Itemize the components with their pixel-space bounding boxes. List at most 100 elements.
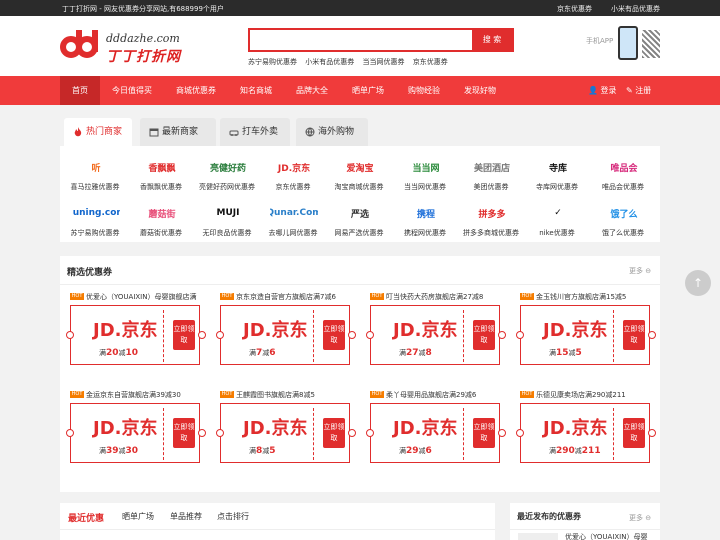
coupon-card[interactable]: HOT 柔丫母婴用品旗舰店满29减6 JD.京东 满29减6 立即领取 [366,390,506,478]
coupon-amount: 满15减5 [549,348,582,358]
coupon-cut: 6 [425,446,432,456]
search-input[interactable] [250,30,470,50]
coupon-card[interactable]: HOT 优爱心（YOUAIXIN）母婴旗舰店满 JD.京东 满20减10 立即领取 [66,292,206,380]
coupon-ticket[interactable]: JD.京东 满8减5 立即领取 [216,403,356,463]
brand-item[interactable]: 寺库 寺库网优惠券 [526,150,588,196]
coupon-card[interactable]: HOT 京东京造自营官方旗舰店满7减6 JD.京东 满7减6 立即领取 [216,292,356,380]
coupon-caption[interactable]: 优爱心（YOUAIXIN）母婴旗舰店满 [86,292,201,302]
tab-recent-deals[interactable]: 最近优惠 [68,511,104,524]
claim-button[interactable]: 立即领取 [623,320,645,350]
claim-button[interactable]: 立即领取 [173,320,195,350]
nav-home[interactable]: 首页 [60,76,100,105]
tab-new-merchants[interactable]: 最新商家 [140,118,216,146]
brand-item[interactable]: 当当网 当当网优惠券 [394,150,456,196]
coupon-caption[interactable]: 叮当快药大药房旗舰店满27减8 [386,292,501,302]
back-to-top-button[interactable]: ↑ [685,270,711,296]
latest-item[interactable]: 优爱心（YOUAIXIN）母婴 [565,532,647,540]
brand-name: 饿了么优惠券 [602,229,644,237]
hot-link-xiaomi[interactable]: 小米有品优惠券 [305,58,354,66]
brand-item[interactable]: 饿了么 饿了么优惠券 [592,196,654,242]
merchant-tabs: 热门商家 最新商家 打车外卖 海外购物 [60,118,660,146]
register-link[interactable]: ✎ 注册 [626,76,651,105]
coupon-caption[interactable]: 金玉钱川官方旗舰店满15减5 [536,292,651,302]
claim-button[interactable]: 立即领取 [623,418,645,448]
brand-item[interactable]: Suning.com 苏宁易购优惠券 [64,196,126,242]
brand-item[interactable]: 听喜马拉雅优惠券 [64,150,126,196]
tab-overseas[interactable]: 海外购物 [296,118,368,146]
hot-link-suning[interactable]: 苏宁易购优惠券 [248,58,297,66]
claim-button[interactable]: 立即领取 [473,320,495,350]
latest-more-link[interactable]: 更多 ⊖ [629,513,651,523]
jd-logo: JD.京东 [393,320,458,341]
hot-link-dangdang[interactable]: 当当网优惠券 [362,58,404,66]
brand-name: 京东优惠券 [275,183,311,191]
coupon-card[interactable]: HOT 王麒霞图书旗舰店满8减5 JD.京东 满8减5 立即领取 [216,390,356,478]
top-link-jd[interactable]: 京东优惠券 [557,4,592,14]
search-button[interactable]: 搜 索 [472,30,512,50]
brand-item[interactable]: 拼多多 拼多多商城优惠券 [460,196,522,242]
coupon-caption[interactable]: 乐德见康卖场店满290减211 [536,390,651,400]
coupon-ticket[interactable]: JD.京东满27减8 立即领取 [366,305,506,365]
coupon-caption[interactable]: 金运京东自营旗舰店满39减30 [86,390,201,400]
coupon-ticket[interactable]: JD.京东 满20减10 立即领取 [66,305,206,365]
nav-mall-coupons[interactable]: 商城优惠券 [170,76,222,105]
nav-discover[interactable]: 发现好物 [458,76,502,105]
coupon-caption[interactable]: 王麒霞图书旗舰店满8减5 [236,390,351,400]
jd-logo: JD.京东 [393,418,458,439]
brand-item[interactable]: 亮健好药 亮健好药网优惠券 [196,150,258,196]
brand-name: 唯品会优惠券 [602,183,644,191]
brand-logo: 寺库 [548,163,567,174]
coupon-caption[interactable]: 柔丫母婴用品旗舰店满29减6 [386,390,501,400]
coupon-full: 20 [106,348,119,358]
claim-button[interactable]: 立即领取 [473,418,495,448]
claim-button[interactable]: 立即领取 [323,320,345,350]
brand-item[interactable]: 爱淘宝 淘宝商城优惠券 [328,150,390,196]
tab-taxi-takeout[interactable]: 打车外卖 [220,118,290,146]
coupon-ticket[interactable]: JD.京东 满15减5 立即领取 [516,305,656,365]
coupon-card[interactable]: HOT 叮当快药大药房旗舰店满27减8 JD.京东 满27减8 立即领取 [366,292,506,380]
coupon-full: 29 [406,446,419,456]
coupon-cut: 10 [125,348,139,358]
site-logo[interactable]: dddazhe.com 丁丁打折网 [60,30,190,68]
brand-item[interactable]: Qunar.Com 去哪儿网优惠券 [262,196,324,242]
claim-button[interactable]: 立即领取 [173,418,195,448]
nav-shopping-tips[interactable]: 购物经验 [402,76,446,105]
phone-icon[interactable] [618,26,638,60]
tab-showcase[interactable]: 晒单广场 [122,511,154,522]
coupon-card[interactable]: HOT 金运京东自营旗舰店满39减30 JD.京东 满39减30 立即领取 [66,390,206,478]
brand-item[interactable]: 携程 携程网优惠券 [394,196,456,242]
coupon-card[interactable]: HOT 金玉钱川官方旗舰店满15减5 JD.京东 满15减5 立即领取 [516,292,656,380]
nav-today-deals[interactable]: 今日值得买 [106,76,158,105]
brand-logo: 听 [91,163,101,174]
brand-item[interactable]: 严选 网易严选优惠券 [328,196,390,242]
brand-item[interactable]: JD.京东 京东优惠券 [262,150,324,196]
brand-item[interactable]: 唯品会 唯品会优惠券 [592,150,654,196]
nav-famous-malls[interactable]: 知名商城 [234,76,278,105]
coupon-amount: 满27减8 [399,348,432,358]
coupon-thumbnail[interactable] [518,533,558,540]
brand-item[interactable]: 香飘飘 香飘飘优惠券 [130,150,192,196]
tab-hot-merchants[interactable]: 热门商家 [64,118,132,146]
brand-item[interactable]: MUJI 无印良品优惠券 [196,196,258,242]
brand-logo: ✓ [554,208,562,218]
claim-button[interactable]: 立即领取 [323,418,345,448]
more-link[interactable]: 更多 ⊖ [629,266,651,276]
brand-item[interactable]: 美团酒店 美团优惠券 [460,150,522,196]
brand-logo: 饿了么 [610,209,638,220]
nav-showcase[interactable]: 晒单广场 [346,76,390,105]
hot-link-jd[interactable]: 京东优惠券 [413,58,448,66]
coupon-ticket[interactable]: JD.京东 满39减30 立即领取 [66,403,206,463]
login-link[interactable]: 👤 登录 [588,76,617,105]
coupon-ticket[interactable]: JD.京东 满290减211 立即领取 [516,403,656,463]
coupon-ticket[interactable]: JD.京东 满29减6 立即领取 [366,403,506,463]
brand-item[interactable]: 蘑菇街 蘑菇街优惠券 [130,196,192,242]
tab-recommended[interactable]: 单品推荐 [170,511,202,522]
top-link-xiaomi[interactable]: 小米有品优惠券 [611,4,660,14]
brand-item[interactable]: ✓ nike优惠券 [526,196,588,242]
coupon-card[interactable]: HOT 乐德见康卖场店满290减211 JD.京东 满290减211 立即领取 [516,390,656,478]
nav-brands[interactable]: 品牌大全 [290,76,334,105]
app-label[interactable]: 手机APP [586,36,613,46]
coupon-caption[interactable]: 京东京造自营官方旗舰店满7减6 [236,292,351,302]
tab-ranking[interactable]: 点击排行 [217,511,249,522]
coupon-ticket[interactable]: JD.京东 满7减6 立即领取 [216,305,356,365]
